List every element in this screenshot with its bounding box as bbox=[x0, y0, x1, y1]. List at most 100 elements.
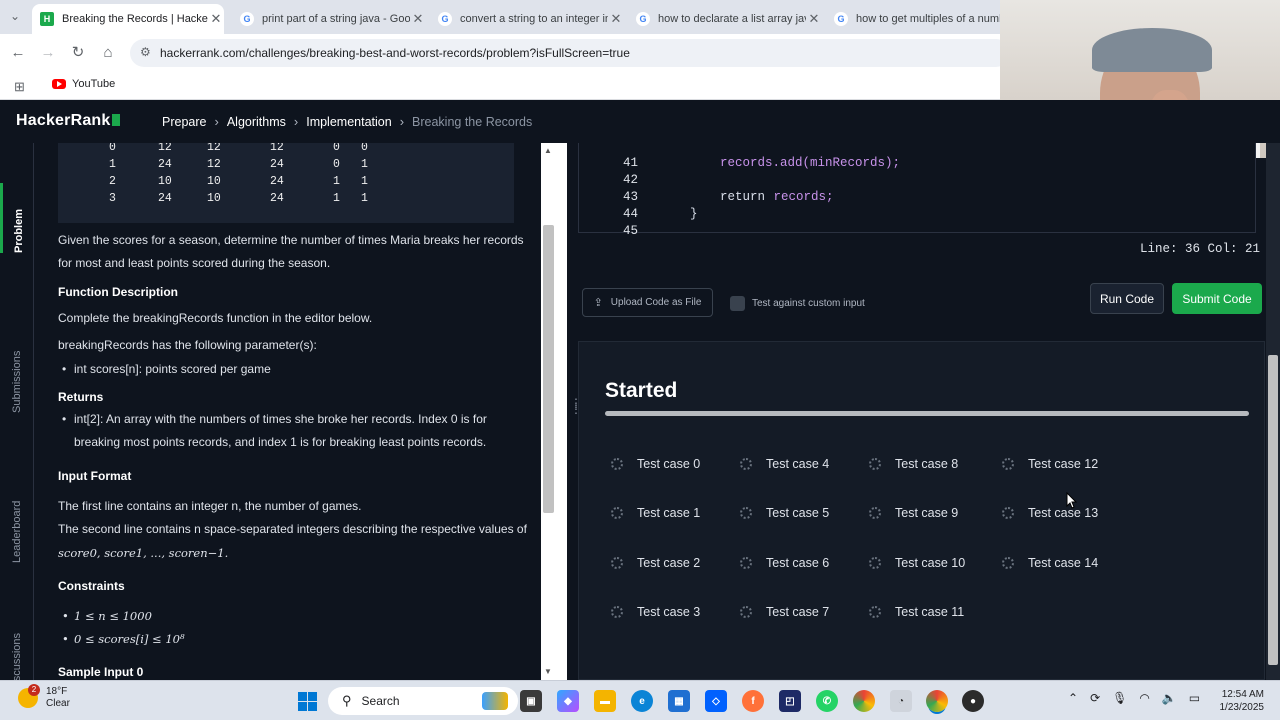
whatsapp-icon[interactable]: ✆ bbox=[816, 690, 838, 712]
test-case-item[interactable]: Test case 0 bbox=[611, 457, 700, 471]
test-case-item[interactable]: Test case 5 bbox=[740, 506, 829, 520]
search-label: Search bbox=[361, 694, 400, 708]
scrollbar-thumb[interactable] bbox=[1268, 355, 1278, 665]
test-case-item[interactable]: Test case 8 bbox=[869, 457, 958, 471]
back-arrow-icon[interactable]: ← bbox=[8, 43, 28, 63]
home-icon[interactable]: ⌂ bbox=[98, 43, 118, 63]
scroll-down-icon[interactable]: ▼ bbox=[544, 667, 552, 676]
returns-item: int[2]: An array with the numbers of tim… bbox=[62, 408, 487, 431]
breadcrumb-prepare[interactable]: Prepare bbox=[162, 115, 206, 129]
close-icon[interactable]: ✕ bbox=[410, 11, 426, 27]
test-case-item[interactable]: Test case 2 bbox=[611, 556, 700, 570]
code-editor[interactable]: 41 records.add(minRecords); 42 43 return r… bbox=[578, 143, 1256, 238]
upload-code-button[interactable]: ⇪ Upload Code as File bbox=[582, 288, 713, 317]
dropbox-icon[interactable]: ◇ bbox=[705, 690, 727, 712]
upload-label: Upload Code as File bbox=[610, 297, 702, 308]
store-icon[interactable]: ▦ bbox=[668, 690, 690, 712]
tab-submissions[interactable]: Submissions bbox=[0, 323, 34, 413]
test-case-item[interactable]: Test case 1 bbox=[611, 506, 700, 520]
microphone-icon[interactable]: 🎙 bbox=[1112, 691, 1127, 705]
tab-google-search-1[interactable]: G print part of a string java - Google S… bbox=[232, 4, 426, 34]
breadcrumb-implementation[interactable]: Implementation bbox=[306, 115, 391, 129]
apps-grid-icon[interactable]: ⊞ bbox=[14, 79, 25, 95]
mouse-cursor-icon bbox=[1066, 492, 1078, 509]
test-case-item[interactable]: Test case 13 bbox=[1002, 506, 1098, 520]
problem-scrollbar[interactable]: ▲ ▼ bbox=[541, 143, 567, 680]
chevron-up-icon[interactable]: ⌃ bbox=[1068, 691, 1078, 705]
address-bar: ← → ↻ ⌂ ⚙ hackerrank.com/challenges/brea… bbox=[0, 34, 1010, 72]
page-scrollbar[interactable] bbox=[1266, 143, 1280, 680]
test-case-item[interactable]: Test case 9 bbox=[869, 506, 958, 520]
url-input[interactable]: ⚙ hackerrank.com/challenges/breaking-bes… bbox=[130, 39, 1010, 67]
loading-spinner-icon bbox=[611, 606, 623, 618]
clock-date: 1/23/2025 bbox=[1219, 702, 1265, 713]
sync-icon[interactable]: ⟳ bbox=[1090, 691, 1100, 705]
tab-google-search-3[interactable]: G how to declarate a list array java - G… bbox=[628, 4, 822, 34]
obs-record-icon[interactable]: ● bbox=[962, 690, 984, 712]
custom-input-label[interactable]: Test against custom input bbox=[752, 298, 865, 309]
test-case-item[interactable]: Test case 6 bbox=[740, 556, 829, 570]
clock-app-icon[interactable]: ◔ bbox=[890, 690, 912, 712]
tab-google-search-4[interactable]: G how to get multiples of a number bbox=[826, 4, 1000, 34]
custom-input-checkbox[interactable] bbox=[730, 296, 745, 311]
test-case-item[interactable]: Test case 4 bbox=[740, 457, 829, 471]
loading-spinner-icon bbox=[1002, 557, 1014, 569]
forward-arrow-icon[interactable]: → bbox=[38, 43, 58, 63]
youtube-icon bbox=[52, 79, 66, 89]
bookmark-youtube[interactable]: YouTube bbox=[52, 78, 115, 90]
results-panel: Started Test case 0 Test case 1 Test cas… bbox=[578, 341, 1265, 680]
reload-icon[interactable]: ↻ bbox=[68, 43, 88, 63]
edge-icon[interactable]: e bbox=[631, 690, 653, 712]
tab-problem[interactable]: Problem bbox=[0, 183, 34, 253]
test-case-item[interactable]: Test case 3 bbox=[611, 605, 700, 619]
weather-widget[interactable]: 2 18°F Clear bbox=[18, 684, 70, 710]
function-description-heading: Function Description bbox=[58, 285, 178, 299]
tab-title: Breaking the Records | HackerRank bbox=[62, 13, 208, 25]
run-code-button[interactable]: Run Code bbox=[1090, 283, 1164, 314]
hackerrank-logo[interactable]: HackerRank bbox=[16, 112, 120, 130]
volume-icon[interactable]: 🔈 bbox=[1162, 691, 1177, 705]
sample-input-heading: Sample Input 0 bbox=[58, 665, 144, 679]
chrome-profile-icon[interactable] bbox=[853, 690, 875, 712]
test-case-item[interactable]: Test case 14 bbox=[1002, 556, 1098, 570]
loading-spinner-icon bbox=[1002, 507, 1014, 519]
site-settings-icon[interactable]: ⚙ bbox=[140, 45, 151, 59]
tab-strip: ⌄ H Breaking the Records | HackerRank ✕ … bbox=[0, 0, 1000, 34]
loading-spinner-icon bbox=[740, 507, 752, 519]
scrollbar-thumb[interactable] bbox=[543, 225, 554, 513]
google-icon: G bbox=[240, 12, 254, 26]
clock[interactable]: 12:54 AM 1/23/2025 bbox=[1214, 688, 1265, 714]
windows-start-icon[interactable] bbox=[298, 692, 317, 711]
taskbar-search-input[interactable]: ⚲ Search bbox=[328, 687, 518, 715]
code-line: 43 return records; bbox=[622, 190, 834, 204]
vscode-icon[interactable]: ◰ bbox=[779, 690, 801, 712]
google-icon: G bbox=[636, 12, 650, 26]
tab-leaderboard[interactable]: Leaderboard bbox=[0, 473, 34, 563]
close-icon[interactable]: ✕ bbox=[608, 11, 624, 27]
close-icon[interactable]: ✕ bbox=[806, 11, 822, 27]
tab-google-search-2[interactable]: G convert a string to an integer in java… bbox=[430, 4, 624, 34]
tab-discussions[interactable]: Discussions bbox=[0, 633, 34, 680]
close-icon[interactable]: ✕ bbox=[208, 11, 224, 27]
copilot-icon[interactable]: ◆ bbox=[557, 690, 579, 712]
breadcrumb-algorithms[interactable]: Algorithms bbox=[227, 115, 286, 129]
test-case-item[interactable]: Test case 7 bbox=[740, 605, 829, 619]
task-view-icon[interactable]: ▣ bbox=[520, 690, 542, 712]
loading-spinner-icon bbox=[611, 507, 623, 519]
wifi-icon[interactable]: ◠ bbox=[1139, 691, 1149, 705]
file-explorer-icon[interactable]: ▬ bbox=[594, 690, 616, 712]
scroll-up-icon[interactable]: ▲ bbox=[544, 146, 552, 155]
function-description-text: Complete the breakingRecords function in… bbox=[58, 311, 373, 325]
battery-icon[interactable]: ▭ bbox=[1189, 691, 1200, 705]
submit-code-button[interactable]: Submit Code bbox=[1172, 283, 1262, 314]
test-case-item[interactable]: Test case 10 bbox=[869, 556, 965, 570]
firefox-icon[interactable]: f bbox=[742, 690, 764, 712]
test-case-item[interactable]: Test case 11 bbox=[869, 605, 964, 619]
loading-spinner-icon bbox=[869, 606, 881, 618]
input-format-line3: score0, score1, ..., scoren−1. bbox=[58, 546, 229, 560]
tab-search-chevron-icon[interactable]: ⌄ bbox=[10, 9, 20, 23]
explanation-table: 0 12 12 12 0 0 1 24 12 24 0 1 2 10 10 24 1 1 3 24 10 24 1 1 bbox=[58, 143, 514, 223]
test-case-item[interactable]: Test case 12 bbox=[1002, 457, 1098, 471]
tab-breaking-the-records[interactable]: H Breaking the Records | HackerRank ✕ bbox=[32, 4, 224, 34]
chrome-icon[interactable] bbox=[926, 690, 948, 712]
